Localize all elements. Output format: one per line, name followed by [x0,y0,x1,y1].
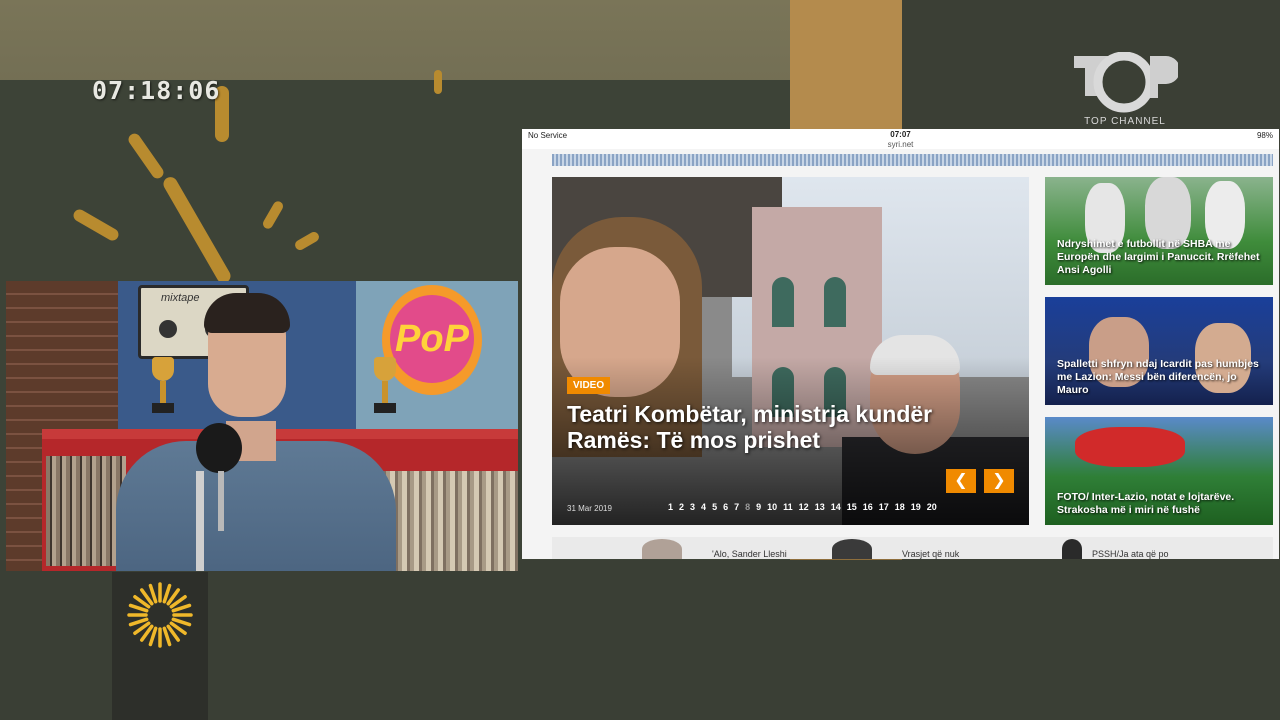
pagination-number[interactable]: 11 [783,502,793,512]
slider-prev-button[interactable]: ❮ [946,469,976,493]
bottom-article-title[interactable]: PSSH/Ja ata që po [1092,549,1169,559]
cassette-reel-icon [159,320,177,338]
pagination-number[interactable]: 3 [690,502,695,512]
pagination-number[interactable]: 6 [723,502,728,512]
pagination-number[interactable]: 14 [831,502,841,512]
hero-headline[interactable]: Teatri Kombëtar, ministrja kundër Ramës:… [567,401,987,453]
slider-next-button[interactable]: ❯ [984,469,1014,493]
studio-camera-view: mixtape PoP [6,281,518,571]
ad-banner[interactable] [552,154,1273,166]
broadcast-clock: 07:18:06 [92,76,221,105]
radio-host [116,293,396,571]
pagination-number[interactable]: 12 [799,502,809,512]
article-thumbnail [832,539,872,559]
pagination-number[interactable]: 1 [668,502,673,512]
side-article-title: Ndryshimet e futbollit në SHBA me Europë… [1057,238,1260,276]
ios-status-bar: No Service 07:07 syri.net 98% [522,129,1279,149]
tablet-screen: No Service 07:07 syri.net 98% VIDEO Teat… [522,129,1279,559]
pagination-number[interactable]: 5 [712,502,717,512]
decor-ray [434,70,442,94]
sun-ray [148,626,158,647]
side-article-card[interactable]: FOTO/ Inter-Lazio, notat e lojtarëve. St… [1045,417,1273,525]
sun-ray [162,583,172,604]
status-time: 07:07 [890,130,911,139]
sun-ray [148,583,158,604]
pagination-number[interactable]: 16 [863,502,873,512]
pop-sign-text: PoP [390,295,474,383]
bottom-article-title[interactable]: Vrasjet që nuk [902,549,959,559]
sun-logo-icon [127,582,193,648]
side-article-title: Spalletti shfryn ndaj Icardit pas humbje… [1057,358,1259,396]
sun-ray [171,617,192,627]
pop-sign: PoP [382,285,482,395]
pagination-number[interactable]: 19 [911,502,921,512]
chevron-right-icon: ❯ [992,472,1006,489]
pagination-number[interactable]: 15 [847,502,857,512]
side-article-card[interactable]: Spalletti shfryn ndaj Icardit pas humbje… [1045,297,1273,405]
sun-ray [128,603,149,613]
article-thumbnail [642,539,682,559]
pagination-number[interactable]: 9 [756,502,761,512]
slider-pagination: 1 2 3 4 5 6 7 8 9 10 11 12 13 14 15 16 17 18 19 20 [668,502,943,512]
pagination-number[interactable]: 8 [745,502,750,512]
bottom-article-strip: 'Alo, Sander Lleshi Vrasjet që nuk PSSH/… [552,537,1273,559]
chevron-left-icon: ❮ [954,472,968,489]
microphone-cable [218,471,224,531]
pagination-number[interactable]: 4 [701,502,706,512]
address-bar-url[interactable]: syri.net [522,140,1279,149]
hero-date: 31 Mar 2019 [567,504,612,513]
side-article-title: FOTO/ Inter-Lazio, notat e lojtarëve. St… [1057,491,1235,516]
side-article-card[interactable]: Ndryshimet e futbollit në SHBA me Europë… [1045,177,1273,285]
pagination-number[interactable]: 7 [734,502,739,512]
channel-name: TOP CHANNEL [1084,116,1166,127]
pagination-number[interactable]: 18 [895,502,905,512]
sun-ray [171,603,192,613]
pagination-number[interactable]: 20 [927,502,937,512]
hero-slider[interactable]: VIDEO Teatri Kombëtar, ministrja kundër … [552,177,1029,525]
orange-stripe-top [790,0,902,130]
mixtape-label: mixtape [161,292,200,304]
video-badge: VIDEO [567,377,611,394]
microphone-stand [196,471,204,571]
pagination-number[interactable]: 2 [679,502,684,512]
pagination-number[interactable]: 13 [815,502,825,512]
pagination-number[interactable]: 10 [767,502,777,512]
microphone-icon [196,423,242,473]
record-stack [46,456,126,566]
sun-ray [128,617,149,627]
article-thumbnail [1062,539,1082,559]
pagination-number[interactable]: 17 [879,502,889,512]
sun-ray [162,626,172,647]
bottom-article-title[interactable]: 'Alo, Sander Lleshi [712,549,787,559]
battery-level: 98% [1256,131,1273,140]
